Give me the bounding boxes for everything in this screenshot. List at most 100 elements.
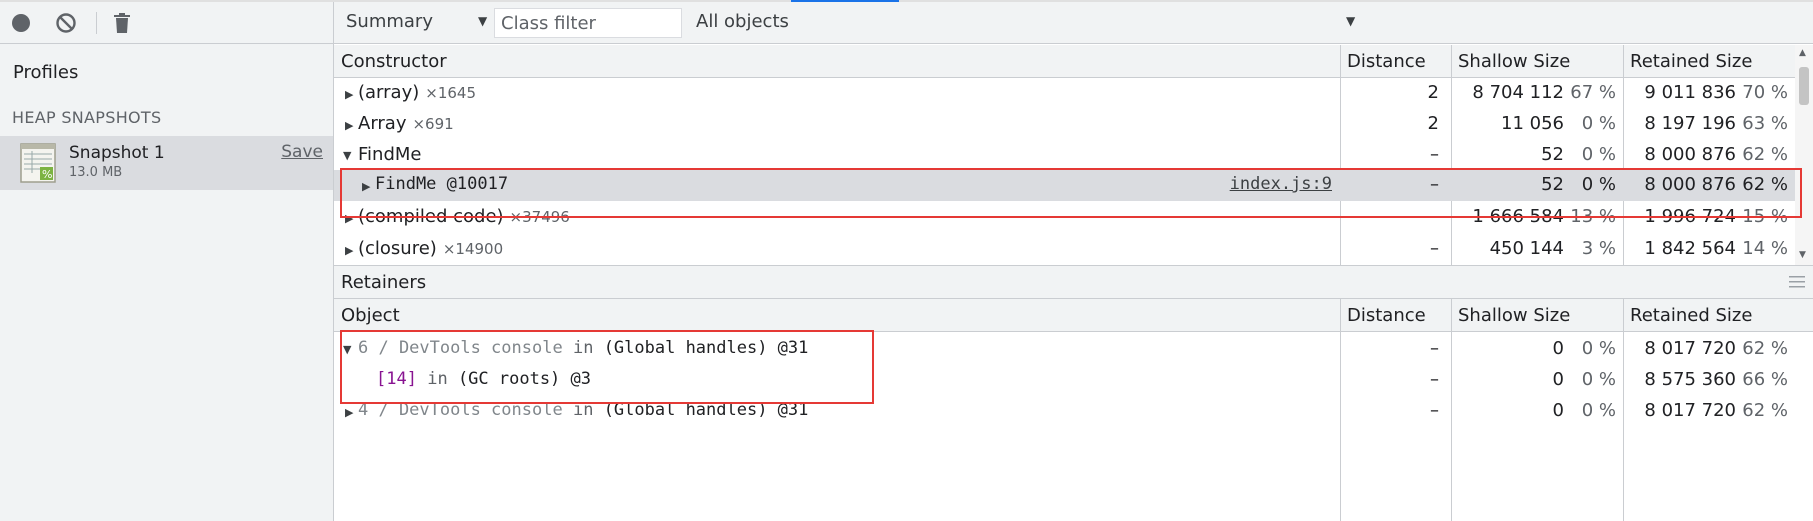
shallow-size-value: 0: [1552, 400, 1564, 421]
view-select[interactable]: Summary ▼: [346, 11, 487, 35]
constructor-name: (array): [358, 82, 420, 103]
shallow-size-value: 450 144: [1489, 238, 1564, 259]
retainer-keyword: in: [427, 369, 448, 389]
retainer-row[interactable]: ▼ 6 / DevTools console in (Global handle…: [334, 334, 1813, 365]
table-row[interactable]: ▶ (closure) ×14900 – 450 144 3 % 1 842 56…: [334, 234, 1813, 265]
retained-size-percent: 14 %: [1742, 238, 1788, 259]
objects-select[interactable]: All objects ▼: [696, 11, 1355, 35]
retained-size-value: 8 017 720: [1644, 338, 1736, 359]
menu-icon[interactable]: [1789, 274, 1805, 288]
constructor-name: Array: [358, 113, 407, 134]
shallow-size-percent: 0 %: [1581, 174, 1616, 195]
retained-size-percent: 70 %: [1742, 82, 1788, 103]
constructors-grid: Constructor Distance Shallow Size Retain…: [334, 45, 1813, 265]
shallow-size-percent: 67 %: [1570, 82, 1616, 103]
retained-size-value: 8 575 360: [1644, 369, 1736, 390]
expand-triangle-icon[interactable]: ▶: [345, 119, 353, 132]
chevron-down-icon: ▼: [478, 14, 488, 28]
constructor-name: FindMe: [358, 144, 422, 165]
distance-value: –: [1430, 400, 1439, 421]
save-snapshot-link[interactable]: Save: [281, 142, 323, 162]
retained-size-value: 1 842 564: [1644, 238, 1736, 259]
collapse-triangle-icon[interactable]: ▼: [343, 149, 351, 162]
collapse-triangle-icon[interactable]: ▼: [343, 343, 351, 356]
objects-select-value: All objects: [696, 11, 789, 32]
retainers-bar: Retainers: [334, 265, 1813, 299]
retained-size-value: 9 011 836: [1644, 82, 1736, 103]
trash-icon[interactable]: [110, 11, 134, 35]
retainers-title: Retainers: [341, 272, 427, 293]
row-name: (compiled code) ×37496: [358, 206, 570, 227]
expand-triangle-icon[interactable]: ▶: [345, 88, 353, 101]
table-row[interactable]: ▶ (compiled code) ×37496 – 1 666 584 13 %…: [334, 202, 1813, 233]
table-row[interactable]: ▶ (array) ×1645 2 8 704 112 67 % 9 011 83…: [334, 78, 1813, 109]
retained-size-percent: 62 %: [1742, 400, 1788, 421]
retained-size-percent: 66 %: [1742, 369, 1788, 390]
shallow-size-percent: 13 %: [1570, 206, 1616, 227]
constructor-name: (closure): [358, 238, 437, 259]
column-shallow-size[interactable]: Shallow Size: [1458, 51, 1570, 72]
constructors-scrollbar[interactable]: ▲ ▼: [1795, 45, 1813, 265]
shallow-size-percent: 3 %: [1581, 238, 1616, 259]
retainers-header: Object Distance Shallow Size Retained Si…: [334, 299, 1813, 332]
table-row[interactable]: ▼ FindMe – 52 0 % 8 000 876 62 %: [334, 140, 1813, 170]
scrollbar-thumb[interactable]: [1799, 67, 1809, 105]
clear-icon[interactable]: [54, 11, 78, 35]
shallow-size-percent: 0 %: [1581, 144, 1616, 165]
retained-size-percent: 15 %: [1742, 206, 1788, 227]
retained-size-value: 8 000 876: [1644, 174, 1736, 195]
retainer-target: (Global handles) @31: [603, 400, 809, 420]
column-object[interactable]: Object: [341, 305, 400, 326]
column-distance[interactable]: Distance: [1347, 305, 1426, 326]
expand-triangle-icon[interactable]: ▶: [345, 212, 353, 225]
distance-value: –: [1430, 174, 1439, 195]
chevron-down-icon: ▼: [1346, 14, 1356, 28]
retainers-grid: Object Distance Shallow Size Retained Si…: [334, 299, 1813, 521]
snapshot-list-item[interactable]: % Snapshot 1 13.0 MB Save: [0, 136, 333, 190]
expand-triangle-icon[interactable]: ▶: [345, 244, 353, 257]
scroll-up-icon[interactable]: ▲: [1799, 48, 1806, 58]
retainer-row[interactable]: [14] in (GC roots) @3 – 0 0 % 8 575 360 …: [334, 365, 1813, 396]
column-retained-size[interactable]: Retained Size: [1630, 51, 1752, 72]
column-distance[interactable]: Distance: [1347, 51, 1426, 72]
scroll-down-icon[interactable]: ▼: [1799, 250, 1806, 260]
distance-value: –: [1430, 206, 1439, 227]
table-row[interactable]: ▶ Array ×691 2 11 056 0 % 8 197 196 63 %: [334, 109, 1813, 140]
shallow-size-value: 0: [1552, 338, 1564, 359]
retainer-keyword: in: [572, 338, 594, 358]
column-retained-size[interactable]: Retained Size: [1630, 305, 1752, 326]
distance-value: –: [1430, 338, 1439, 359]
selected-table-row[interactable]: ▶ FindMe @10017 index.js:9 – 52 0 % 8 00…: [334, 170, 1795, 201]
retainer-edge: 6 / DevTools console: [358, 338, 563, 358]
shallow-size-value: 1 666 584: [1472, 206, 1564, 227]
record-icon[interactable]: [9, 11, 33, 35]
retained-size-value: 1 996 724: [1644, 206, 1736, 227]
profiles-title: Profiles: [13, 62, 79, 83]
retainer-row[interactable]: ▶ 4 / DevTools console in (Global handle…: [334, 396, 1813, 427]
constructors-header: Constructor Distance Shallow Size Retain…: [334, 45, 1813, 78]
retained-size-value: 8 197 196: [1644, 113, 1736, 134]
retainer-target: (GC roots) @3: [457, 369, 591, 389]
source-link[interactable]: index.js:9: [1222, 174, 1332, 194]
instance-count: ×1645: [425, 84, 476, 102]
distance-value: 2: [1427, 113, 1439, 134]
profiles-sidebar: Profiles HEAP SNAPSHOTS % Snapshot 1 13.…: [0, 44, 334, 521]
row-name: (array) ×1645: [358, 82, 476, 103]
retainer-edge: 4 / DevTools console: [358, 400, 563, 420]
constructor-name: (compiled code): [358, 206, 504, 227]
expand-triangle-icon[interactable]: ▶: [362, 180, 370, 193]
class-filter-input[interactable]: [494, 8, 682, 38]
retained-size-percent: 62 %: [1742, 338, 1788, 359]
column-shallow-size[interactable]: Shallow Size: [1458, 305, 1570, 326]
column-constructor[interactable]: Constructor: [341, 51, 447, 72]
shallow-size-value: 52: [1541, 174, 1564, 195]
retained-size-value: 8 017 720: [1644, 400, 1736, 421]
retainer-edge: [14]: [376, 369, 417, 389]
distance-value: –: [1430, 238, 1439, 259]
view-select-value: Summary: [346, 11, 433, 32]
retainer-path: [14] in (GC roots) @3: [376, 369, 591, 389]
shallow-size-value: 8 704 112: [1472, 82, 1564, 103]
expand-triangle-icon[interactable]: ▶: [345, 406, 353, 419]
heap-snapshots-section-title: HEAP SNAPSHOTS: [12, 108, 162, 127]
retained-size-percent: 63 %: [1742, 113, 1788, 134]
